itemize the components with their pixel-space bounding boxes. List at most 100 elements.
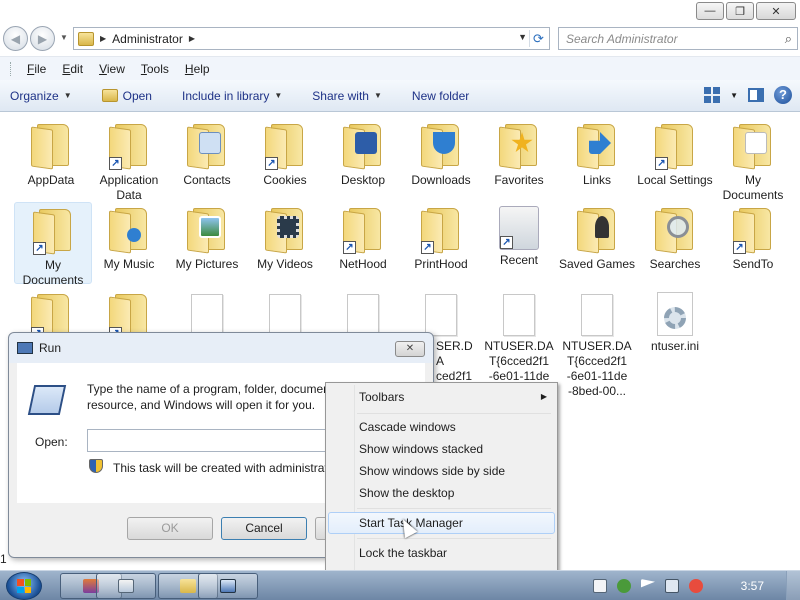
app-icon [118,579,134,593]
folder-downloads[interactable]: Downloads [402,118,480,188]
folder-my-music[interactable]: My Music [90,202,168,272]
menu-bar: File Edit View Tools Help [0,56,800,80]
show-desktop-button[interactable] [786,571,800,600]
preview-pane-icon[interactable] [748,88,764,102]
folder-sendto[interactable]: ↗ SendTo [714,202,792,272]
folder-local-settings[interactable]: ↗ Local Settings [636,118,714,188]
menu-tools[interactable]: Tools [133,62,177,76]
file-partial-2[interactable] [246,288,324,336]
menu-item-stacked[interactable]: Show windows stacked [328,438,555,460]
folder-application-data[interactable]: ↗ Application Data [90,118,168,203]
cancel-button[interactable]: Cancel [221,517,307,540]
refresh-icon[interactable]: ⟳ [529,30,547,47]
file-icon [269,294,301,336]
folder-cookies[interactable]: ↗ Cookies [246,118,324,188]
change-view-icon[interactable] [704,87,721,103]
menu-item-cascade[interactable]: Cascade windows [328,416,555,438]
address-history-dropdown[interactable]: ▼ [518,32,527,42]
folder-my-videos[interactable]: My Videos [246,202,324,272]
share-with-button[interactable]: Share with ▼ [312,89,382,103]
start-button[interactable] [6,572,42,600]
file-ntuser-dat-3[interactable]: NTUSER.DA T{6cced2f1 -6e01-11de -8bed-00… [558,288,636,399]
minimize-button[interactable]: — [696,2,724,20]
include-in-library-button[interactable]: Include in library ▼ [182,89,282,103]
taskbar: 3:57 [0,570,800,600]
file-icon [191,294,223,336]
file-partial-1[interactable] [168,288,246,336]
command-toolbar: Organize ▼ Open Include in library ▼ Share… [0,80,800,112]
forward-button[interactable]: ▶ [30,26,55,51]
folder-my-pictures[interactable]: My Pictures [168,202,246,272]
folder-searches[interactable]: Searches [636,202,714,272]
menu-item-task-manager[interactable]: Start Task Manager [328,512,555,534]
back-button[interactable]: ◀ [3,26,28,51]
folder-saved-games[interactable]: Saved Games [558,202,636,272]
folder-shortcut-icon: ↗ [33,207,73,255]
file-icon [347,294,379,336]
menu-view[interactable]: View [91,62,133,76]
folder-links[interactable]: Links [558,118,636,188]
folder-my-documents[interactable]: My Documents [714,118,792,203]
item-label: My Pictures [175,257,239,271]
taskbar-run[interactable] [198,573,258,599]
recent-pages-dropdown[interactable]: ▼ [60,33,68,42]
help-icon[interactable]: ? [774,86,792,104]
search-input[interactable]: Search Administrator ⌕ [558,27,798,50]
organize-button[interactable]: Organize ▼ [10,89,72,103]
taskbar-app-2[interactable] [96,573,156,599]
open-button[interactable]: Open [101,89,152,103]
menu-item-side-by-side[interactable]: Show windows side by side [328,460,555,482]
item-label: Desktop [340,173,386,187]
security-tray-icon[interactable] [617,579,631,593]
ok-button[interactable]: OK [127,517,213,540]
folder-appdata[interactable]: AppData [12,118,90,188]
menu-separator [357,538,551,539]
contacts-folder-icon [187,122,227,170]
folder-printhood[interactable]: ↗ PrintHood [402,202,480,272]
folder-favorites[interactable]: Favorites [480,118,558,188]
file-ntuser-dat-2[interactable]: NTUSER.DA T{6cced2f1 -6e01-11de [480,288,558,384]
menu-item-show-desktop[interactable]: Show the desktop [328,482,555,504]
breadcrumb-administrator[interactable]: Administrator [112,32,183,46]
document-tray-icon[interactable] [593,579,607,593]
view-options-dropdown[interactable]: ▼ [730,91,738,100]
folder-nethood[interactable]: ↗ NetHood [324,202,402,272]
address-bar[interactable]: ▶ Administrator ▶ ▼ ⟳ [73,27,550,50]
run-title-bar[interactable]: Run [9,333,433,363]
item-label: Recent [499,253,539,267]
file-icon [581,294,613,336]
breadcrumb-separator-icon[interactable]: ▶ [100,34,106,43]
menu-file[interactable]: File [19,62,54,76]
volume-muted-icon[interactable] [689,579,703,593]
item-label: Downloads [411,173,471,187]
search-placeholder: Search Administrator [566,31,678,46]
file-ntuser-ini[interactable]: ntuser.ini [636,288,714,354]
run-title: Run [39,341,62,355]
file-partial-3[interactable] [324,288,402,336]
pictures-folder-icon [187,206,227,254]
menu-separator [357,508,551,509]
folder-icon [31,122,71,170]
menu-help[interactable]: Help [177,62,218,76]
new-folder-button[interactable]: New folder [412,89,469,103]
links-folder-icon [577,122,617,170]
folder-recent[interactable]: ↗ Recent [480,202,558,268]
clock[interactable]: 3:57 [741,579,764,593]
open-folder-icon [101,89,118,102]
menu-edit[interactable]: Edit [54,62,91,76]
maximize-button[interactable]: ❐ [726,2,754,20]
menu-item-lock-taskbar[interactable]: Lock the taskbar [328,542,555,564]
folder-my-documents-shortcut[interactable]: ↗ My Documents [14,202,92,287]
run-close-button[interactable]: ✕ [395,341,425,357]
action-center-flag-icon[interactable] [641,579,655,588]
window-controls: — ❐ ✕ [696,2,796,20]
menu-item-toolbars[interactable]: Toolbars ▶ [328,386,555,408]
close-button[interactable]: ✕ [756,2,796,20]
folder-desktop[interactable]: Desktop [324,118,402,188]
search-icon[interactable]: ⌕ [785,31,792,47]
network-icon[interactable] [665,579,679,593]
windows-logo-icon [17,579,31,593]
folder-contacts[interactable]: Contacts [168,118,246,188]
item-label: ntuser.ini [650,339,700,353]
breadcrumb-chevron-icon[interactable]: ▶ [189,34,195,43]
